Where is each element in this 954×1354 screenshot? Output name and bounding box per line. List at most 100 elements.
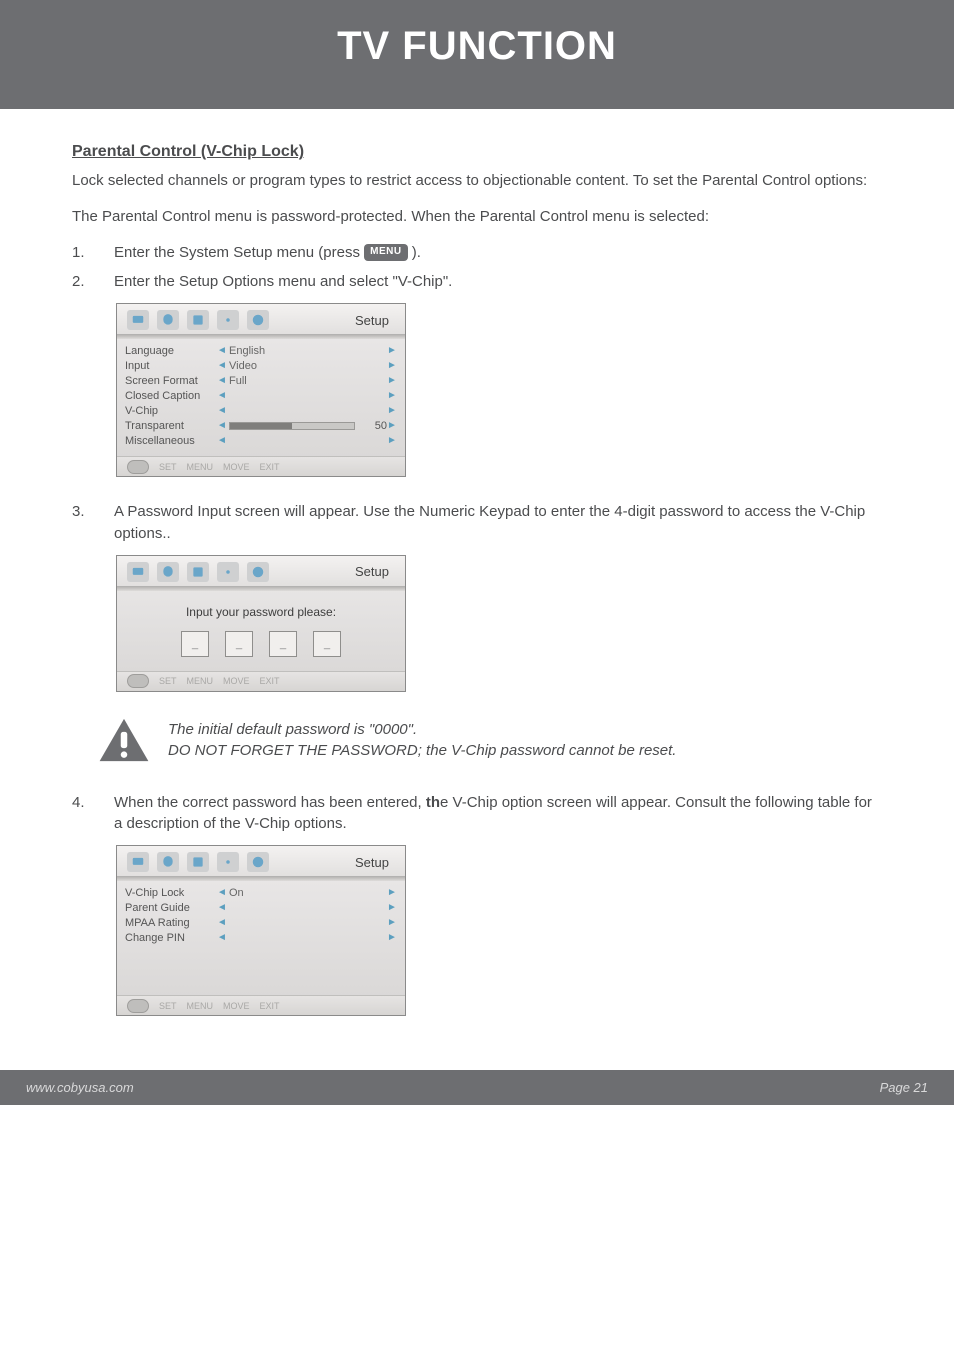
left-arrow-icon: ◄: [217, 345, 227, 356]
osd-panel: Setup V-Chip Lock◄On► Parent Guide◄► MPA…: [116, 845, 406, 1016]
osd-footer-exit: EXIT: [260, 462, 280, 472]
step-4: 4. When the correct password has been en…: [72, 792, 882, 836]
steps-list-cont2: 4. When the correct password has been en…: [72, 792, 882, 836]
osd-value: English: [227, 345, 387, 357]
step-text: A Password Input screen will appear. Use…: [114, 501, 882, 545]
osd-footer-menu: MENU: [187, 676, 214, 686]
osd-row: Parent Guide◄►: [125, 900, 397, 915]
warning-note: The initial default password is "0000". …: [98, 716, 882, 764]
note-line-2: DO NOT FORGET THE PASSWORD; the V-Chip p…: [168, 740, 676, 761]
step-number: 1.: [72, 242, 90, 264]
header-top-strip: [0, 0, 954, 18]
menu-key-icon: MENU: [364, 244, 407, 261]
note-line-1: The initial default password is "0000".: [168, 719, 676, 740]
right-arrow-icon: ►: [387, 435, 397, 446]
password-digit-box: _: [181, 631, 209, 657]
osd-footer-move: MOVE: [223, 462, 250, 472]
osd-row: V-Chip◄ ►: [125, 403, 397, 418]
left-arrow-icon: ◄: [217, 902, 227, 913]
right-arrow-icon: ►: [387, 420, 397, 431]
warning-text: The initial default password is "0000". …: [168, 719, 676, 761]
osd-footer-move: MOVE: [223, 676, 250, 686]
osd-row: Change PIN◄►: [125, 930, 397, 945]
step-1-text-b: ).: [412, 244, 421, 261]
osd-footer-menu: MENU: [187, 462, 214, 472]
osd-tab-icon: [127, 310, 149, 330]
password-digit-box: _: [269, 631, 297, 657]
osd-row-transparent: Transparent ◄ 50 ►: [125, 418, 397, 433]
osd-setup-screenshot: Setup Language◄English► Input◄Video► Scr…: [116, 303, 882, 477]
osd-label: MPAA Rating: [125, 917, 217, 929]
osd-tab-icon: [187, 310, 209, 330]
osd-tab-icon: [247, 310, 269, 330]
osd-tab-row: Setup: [117, 846, 405, 877]
osd-label: Transparent: [125, 420, 217, 432]
step-number: 4.: [72, 792, 90, 836]
osd-label: V-Chip: [125, 405, 217, 417]
remote-icon: [127, 674, 149, 688]
header-title-band: TV FUNCTION: [0, 18, 954, 79]
osd-row: MPAA Rating◄►: [125, 915, 397, 930]
osd-row: Language◄English►: [125, 343, 397, 358]
header-band: TV FUNCTION: [0, 0, 954, 109]
step-text: Enter the System Setup menu (press MENU …: [114, 242, 421, 264]
osd-tab-icon: [217, 852, 239, 872]
osd-footer-move: MOVE: [223, 1001, 250, 1011]
osd-title: Setup: [355, 855, 395, 870]
osd-panel: Setup Input your password please: _ _ _ …: [116, 555, 406, 692]
osd-label: Screen Format: [125, 375, 217, 387]
osd-tab-icon: [247, 852, 269, 872]
osd-label: V-Chip Lock: [125, 887, 217, 899]
content-area: Parental Control (V-Chip Lock) Lock sele…: [0, 109, 954, 1060]
osd-row: Input◄Video►: [125, 358, 397, 373]
right-arrow-icon: ►: [387, 917, 397, 928]
osd-value: On: [227, 887, 387, 899]
password-digit-box: _: [225, 631, 253, 657]
right-arrow-icon: ►: [387, 887, 397, 898]
left-arrow-icon: ◄: [217, 932, 227, 943]
osd-tab-icon: [187, 852, 209, 872]
step-4-bold: th: [426, 794, 440, 811]
osd-label: Input: [125, 360, 217, 372]
osd-tab-icon: [127, 562, 149, 582]
step-text: Enter the Setup Options menu and select …: [114, 271, 452, 293]
steps-list: 1. Enter the System Setup menu (press ME…: [72, 242, 882, 294]
osd-tab-icon: [157, 310, 179, 330]
section-heading: Parental Control (V-Chip Lock): [72, 143, 882, 161]
footer-page: Page 21: [880, 1080, 928, 1095]
osd-footer-exit: EXIT: [260, 676, 280, 686]
step-1: 1. Enter the System Setup menu (press ME…: [72, 242, 882, 264]
osd-slider-value: 50: [361, 420, 387, 432]
osd-label: Parent Guide: [125, 902, 217, 914]
right-arrow-icon: ►: [387, 375, 397, 386]
page-footer: www.cobyusa.com Page 21: [0, 1070, 954, 1105]
step-3: 3. A Password Input screen will appear. …: [72, 501, 882, 545]
osd-footer: SET MENU MOVE EXIT: [117, 995, 405, 1015]
osd-tab-icon: [247, 562, 269, 582]
right-arrow-icon: ►: [387, 405, 397, 416]
left-arrow-icon: ◄: [217, 405, 227, 416]
osd-footer-set: SET: [159, 462, 177, 472]
osd-footer-exit: EXIT: [260, 1001, 280, 1011]
step-number: 2.: [72, 271, 90, 293]
left-arrow-icon: ◄: [217, 390, 227, 401]
osd-tab-row: Setup: [117, 304, 405, 335]
osd-password-prompt: Input your password please:: [117, 591, 405, 631]
protected-paragraph: The Parental Control menu is password-pr…: [72, 207, 882, 227]
osd-footer-set: SET: [159, 676, 177, 686]
left-arrow-icon: ◄: [217, 887, 227, 898]
left-arrow-icon: ◄: [217, 435, 227, 446]
steps-list-cont: 3. A Password Input screen will appear. …: [72, 501, 882, 545]
osd-row: Closed Caption◄►: [125, 388, 397, 403]
step-number: 3.: [72, 501, 90, 545]
osd-row: Screen Format◄Full►: [125, 373, 397, 388]
intro-paragraph: Lock selected channels or program types …: [72, 171, 882, 191]
left-arrow-icon: ◄: [217, 420, 227, 431]
left-arrow-icon: ◄: [217, 375, 227, 386]
osd-title: Setup: [355, 313, 395, 328]
osd-label: Change PIN: [125, 932, 217, 944]
remote-icon: [127, 460, 149, 474]
osd-tab-icon: [157, 852, 179, 872]
osd-label: Closed Caption: [125, 390, 217, 402]
step-text: When the correct password has been enter…: [114, 792, 882, 836]
